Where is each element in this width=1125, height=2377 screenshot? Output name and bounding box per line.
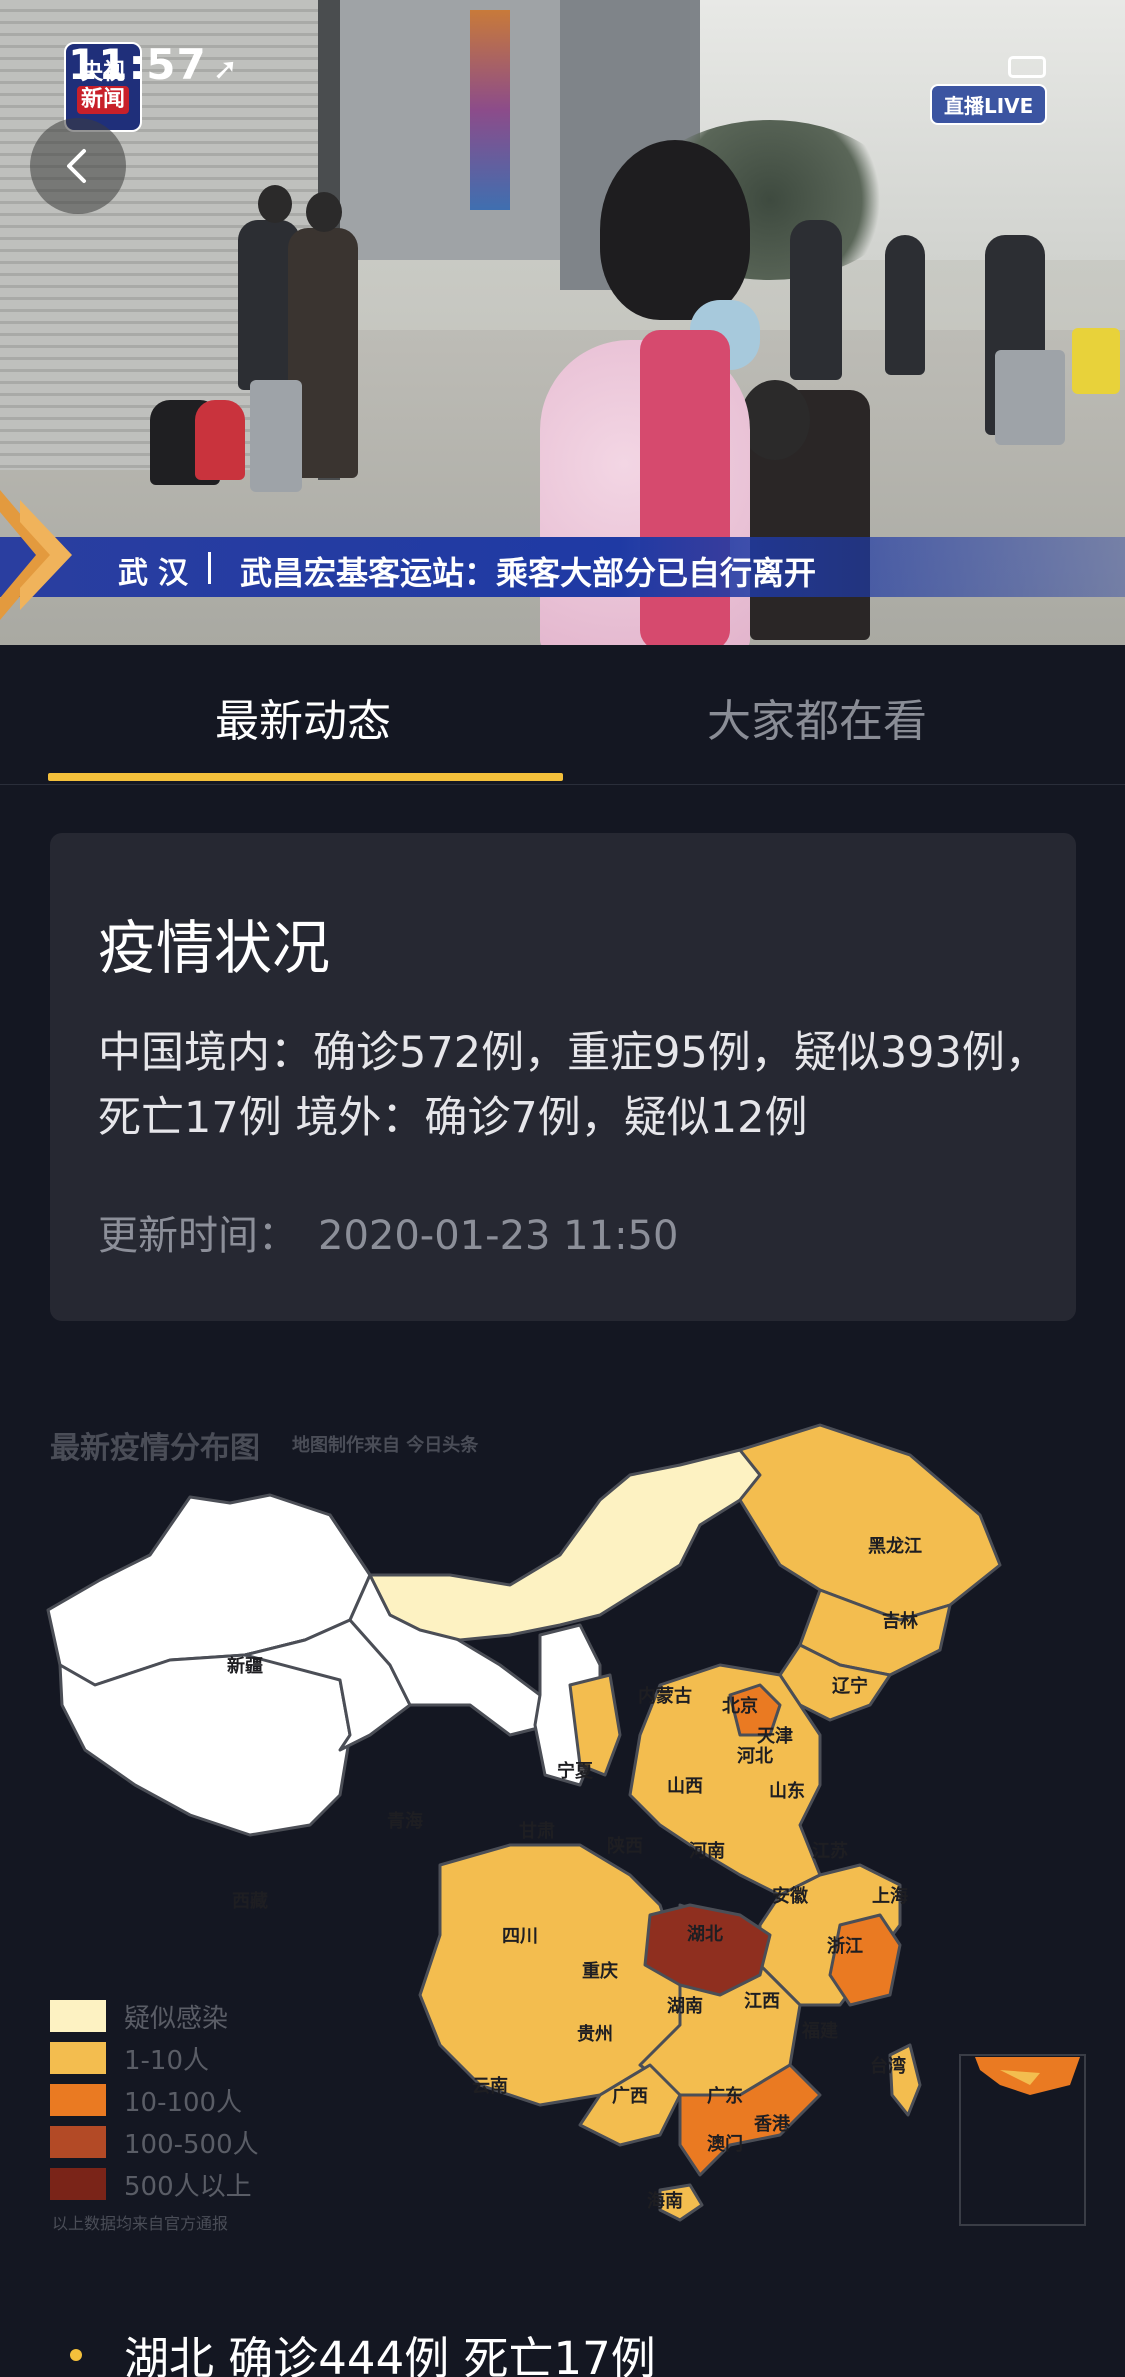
map-province-label: 贵州 — [577, 2024, 613, 2045]
video-bag — [195, 400, 245, 480]
video-suitcase — [250, 380, 302, 492]
map-province-label: 山西 — [667, 1776, 703, 1797]
ticker-divider — [208, 552, 211, 584]
video-woman-hat — [600, 140, 750, 320]
ticker-headline: 武昌宏基客运站：乘客大部分已自行离开 — [240, 554, 817, 592]
map-province-label: 甘肃 — [519, 1821, 555, 1842]
status-time: 11:57 ➚ — [68, 40, 239, 89]
active-tab-indicator — [48, 773, 563, 781]
map-province-label: 内蒙古 — [638, 1686, 692, 1707]
location-arrow-icon: ➚ — [212, 52, 239, 87]
map-legend: 疑似感染 1-10人 10-100人 100-500人 500人以上 — [50, 1995, 259, 2205]
ticker-chevron-icon — [0, 490, 72, 620]
tab-bar: 最新动态 大家都在看 — [0, 645, 1125, 785]
map-region-zhejiang — [828, 1913, 902, 2007]
chevron-left-icon — [67, 149, 86, 183]
map-province-label: 福建 — [802, 2021, 838, 2042]
ticker-location: 武汉 — [118, 556, 198, 591]
legend-item: 100-500人 — [50, 2121, 259, 2163]
map-province-label: 青海 — [387, 1811, 423, 1832]
video-person-head — [306, 192, 342, 232]
map-province-label: 重庆 — [582, 1961, 618, 1982]
video-person — [790, 220, 842, 380]
update-time-value: 2020-01-23 11:50 — [318, 1213, 679, 1259]
map-province-label: 江西 — [744, 1991, 780, 2012]
province-list-item[interactable]: 湖北 确诊444例 死亡17例 — [70, 2322, 656, 2377]
map-province-label: 海南 — [647, 2191, 683, 2212]
map-province-label: 香港 — [754, 2114, 790, 2135]
map-province-label: 河北 — [737, 1746, 773, 1767]
legend-label: 100-500人 — [124, 2129, 259, 2160]
map-province-label: 新疆 — [227, 1656, 263, 1677]
map-province-label: 辽宁 — [832, 1676, 868, 1697]
map-province-label: 台湾 — [870, 2056, 906, 2077]
map-source: 地图制作来自 今日头条 — [292, 1435, 479, 1456]
video-woman-scarf — [640, 330, 730, 645]
video-person-head — [740, 380, 810, 460]
legend-swatch — [50, 2000, 106, 2032]
epidemic-status-card: 疫情状况 中国境内：确诊572例，重症95例，疑似393例，死亡17例 境外：确… — [50, 833, 1076, 1321]
map-province-label: 山东 — [769, 1781, 805, 1802]
tab-latest-news[interactable]: 最新动态 — [215, 685, 391, 749]
map-province-label: 四川 — [502, 1926, 538, 1947]
channel-logo-line2: 新闻 — [76, 86, 129, 114]
map-province-label: 黑龙江 — [868, 1536, 922, 1557]
map-province-label: 北京 — [722, 1696, 758, 1717]
map-province-label: 湖南 — [667, 1996, 703, 2017]
card-summary: 中国境内：确诊572例，重症95例，疑似393例，死亡17例 境外：确诊7例，疑… — [98, 1028, 1048, 1143]
battery-icon — [1008, 56, 1046, 78]
map-province-label: 广西 — [612, 2086, 648, 2107]
video-person-head — [258, 185, 292, 223]
legend-label: 疑似感染 — [124, 2003, 229, 2034]
map-province-label: 安徽 — [772, 1886, 808, 1907]
bullet-dot-icon — [70, 2348, 82, 2361]
map-province-label: 宁夏 — [557, 1761, 593, 1782]
map-region-heilongjiang — [738, 1423, 1002, 1622]
map-province-label: 广东 — [707, 2086, 743, 2107]
tab-everyone-watching[interactable]: 大家都在看 — [707, 685, 927, 749]
video-person — [885, 235, 925, 375]
legend-label: 500人以上 — [124, 2171, 252, 2202]
legend-swatch — [50, 2042, 106, 2074]
legend-item: 1-10人 — [50, 2037, 259, 2079]
map-province-label: 陕西 — [607, 1836, 643, 1857]
map-province-label: 西藏 — [232, 1891, 268, 1912]
update-time: 更新时间： 2020-01-23 11:50 — [98, 1203, 678, 1261]
map-province-label: 云南 — [472, 2076, 508, 2097]
map-province-label: 吉林 — [882, 1611, 918, 1632]
live-video-player[interactable]: 央视 新闻 11:57 ➚ 直播LIVE 武汉 武昌宏基客运站：乘客大部分已自行离… — [0, 0, 1125, 645]
status-time-text: 11:57 — [68, 40, 207, 89]
map-footnote: 以上数据均来自官方通报 — [52, 2214, 229, 2233]
map-province-label: 澳门 — [707, 2134, 743, 2155]
legend-item: 500人以上 — [50, 2163, 259, 2205]
video-yellow-bag — [1072, 328, 1120, 394]
back-button[interactable] — [30, 118, 126, 214]
map-region-neimenggu — [368, 1448, 762, 1642]
legend-swatch — [50, 2168, 106, 2200]
video-suitcase — [995, 350, 1065, 445]
province-summary: 湖北 确诊444例 死亡17例 — [124, 2332, 656, 2377]
map-province-label: 江苏 — [812, 1841, 848, 1862]
card-title: 疫情状况 — [98, 914, 331, 982]
legend-swatch — [50, 2126, 106, 2158]
legend-swatch — [50, 2084, 106, 2116]
video-building-sign — [470, 10, 510, 210]
map-title: 最新疫情分布图 — [50, 1431, 260, 1466]
map-province-label: 上海 — [872, 1886, 908, 1907]
update-time-label: 更新时间： — [98, 1213, 298, 1259]
legend-label: 10-100人 — [124, 2087, 243, 2118]
live-badge: 直播LIVE — [930, 84, 1048, 125]
legend-item: 疑似感染 — [50, 1995, 259, 2037]
legend-item: 10-100人 — [50, 2079, 259, 2121]
map-province-label: 浙江 — [827, 1936, 863, 1957]
epidemic-map[interactable]: 最新疫情分布图 地图制作来自 今日头条 新疆西藏 青海 甘肃 宁夏 内蒙古 黑龙江吉林辽宁… — [40, 1405, 1125, 2235]
legend-label: 1-10人 — [124, 2045, 210, 2076]
map-province-label: 河南 — [689, 1841, 725, 1862]
map-province-label: 湖北 — [687, 1924, 723, 1945]
